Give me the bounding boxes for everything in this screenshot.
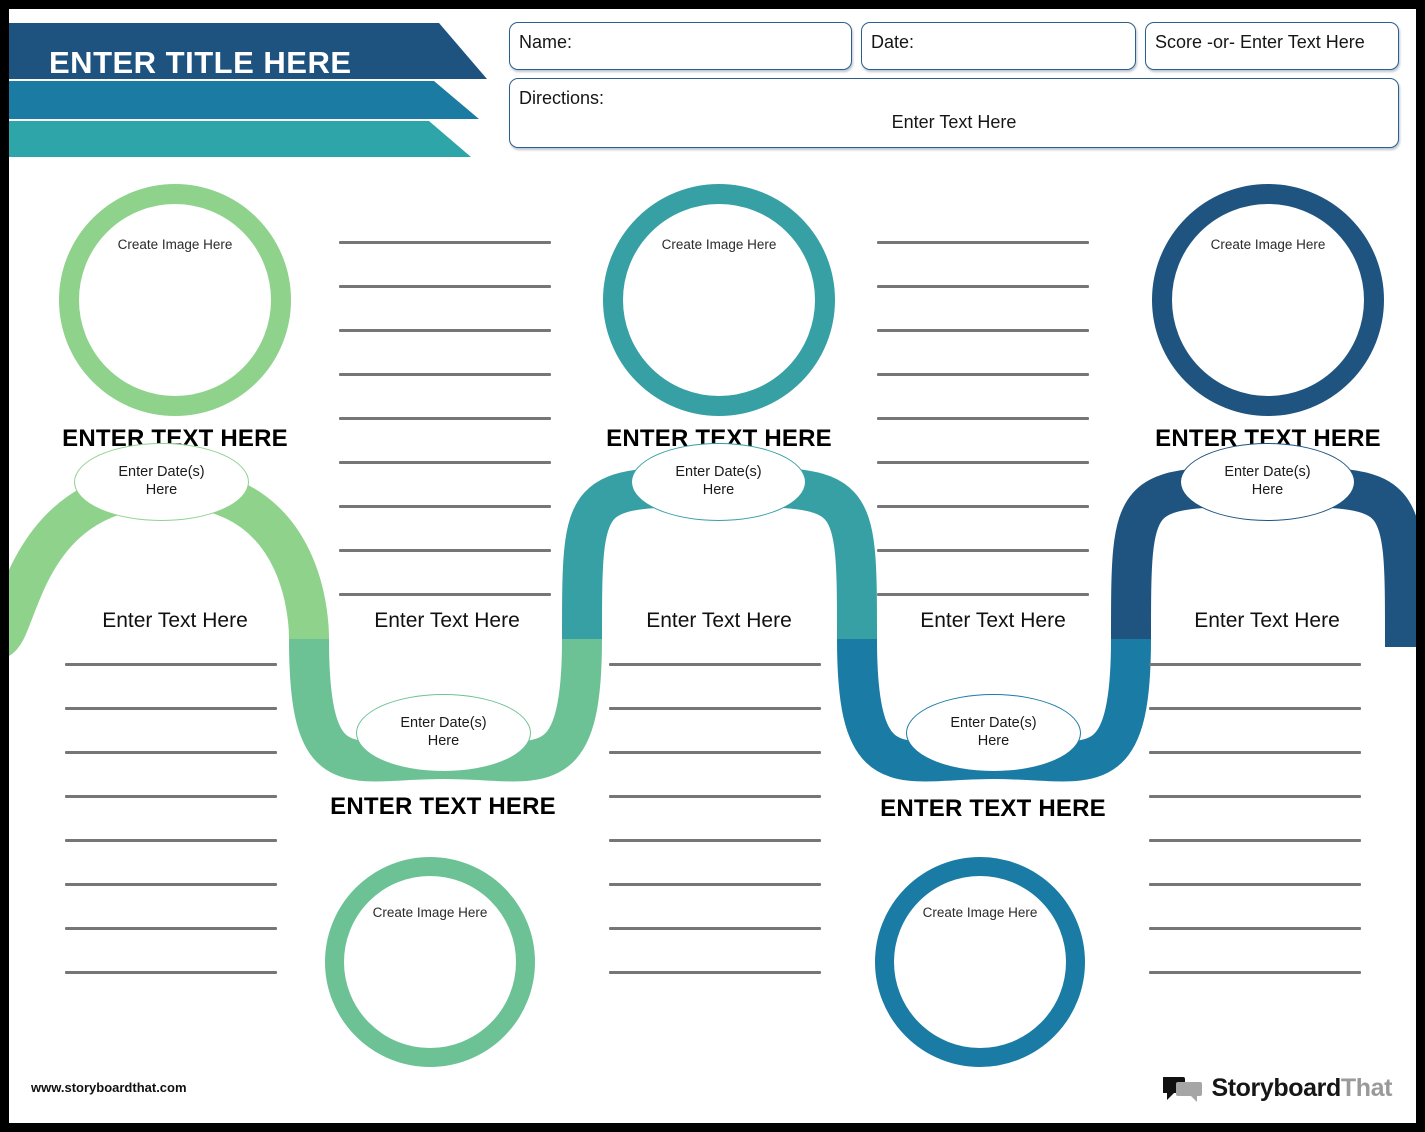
writing-line[interactable] (877, 593, 1089, 596)
image-circle-4[interactable]: Create Image Here (325, 857, 535, 1067)
site-url: www.storyboardthat.com (31, 1080, 187, 1095)
writing-line[interactable] (65, 883, 277, 886)
writing-line[interactable] (877, 285, 1089, 288)
writing-line[interactable] (1149, 883, 1361, 886)
writing-line[interactable] (609, 883, 821, 886)
image-circle-1[interactable]: Create Image Here (59, 184, 291, 416)
step-label-4: Enter Text Here (920, 609, 1066, 632)
event-title-4: ENTER TEXT HERE (330, 793, 556, 820)
date-oval-4[interactable]: Enter Date(s) Here (906, 694, 1081, 772)
image-circle-2[interactable]: Create Image Here (603, 184, 835, 416)
writing-lines-col4-top (877, 241, 1089, 637)
writing-line[interactable] (1149, 663, 1361, 666)
writing-line[interactable] (339, 505, 551, 508)
writing-line[interactable] (609, 663, 821, 666)
name-field-label: Name: (519, 32, 573, 52)
storyboardthat-logo: StoryboardThat (1163, 1074, 1392, 1103)
writing-line[interactable] (65, 707, 277, 710)
writing-line[interactable] (609, 751, 821, 754)
date-oval-3-text: Enter Date(s) Here (675, 464, 762, 498)
writing-line[interactable] (877, 505, 1089, 508)
writing-line[interactable] (877, 373, 1089, 376)
image-circle-3[interactable]: Create Image Here (1152, 184, 1384, 416)
date-field-label: Date: (871, 32, 915, 52)
date-oval-1-text: Enter Date(s) Here (118, 464, 205, 498)
writing-line[interactable] (877, 549, 1089, 552)
logo-light: That (1340, 1074, 1393, 1102)
writing-line[interactable] (339, 549, 551, 552)
timeline-board: Create Image Here ENTER TEXT HERE Create… (9, 169, 1416, 1069)
writing-line[interactable] (1149, 795, 1361, 798)
event-title-5: ENTER TEXT HERE (880, 795, 1106, 822)
writing-line[interactable] (339, 241, 551, 244)
step-label-1: Enter Text Here (102, 609, 248, 632)
title-banner: ENTER TITLE HERE (9, 23, 489, 163)
date-oval-1[interactable]: Enter Date(s) Here (74, 443, 249, 521)
date-oval-4-text: Enter Date(s) Here (950, 715, 1037, 749)
writing-lines-col5-bottom (1149, 663, 1361, 1015)
score-field-label: Score -or- Enter Text Here (1155, 32, 1365, 52)
writing-line[interactable] (1149, 707, 1361, 710)
writing-line[interactable] (877, 461, 1089, 464)
writing-line[interactable] (339, 285, 551, 288)
writing-line[interactable] (65, 839, 277, 842)
writing-lines-col3-bottom (609, 663, 821, 1015)
writing-line[interactable] (877, 241, 1089, 244)
writing-line[interactable] (339, 593, 551, 596)
logo-wordmark: StoryboardThat (1211, 1074, 1392, 1103)
date-oval-2[interactable]: Enter Date(s) Here (356, 694, 531, 772)
writing-line[interactable] (65, 795, 277, 798)
directions-value: Enter Text Here (891, 112, 1017, 132)
writing-line[interactable] (1149, 751, 1361, 754)
writing-line[interactable] (609, 795, 821, 798)
writing-line[interactable] (339, 461, 551, 464)
step-label-2: Enter Text Here (374, 609, 520, 632)
date-oval-5[interactable]: Enter Date(s) Here (1180, 443, 1355, 521)
step-label-3: Enter Text Here (646, 609, 792, 632)
date-oval-2-text: Enter Date(s) Here (400, 715, 487, 749)
name-field[interactable]: Name: (509, 22, 852, 70)
writing-line[interactable] (339, 417, 551, 420)
date-oval-5-text: Enter Date(s) Here (1224, 464, 1311, 498)
directions-label: Directions: (519, 88, 605, 108)
writing-line[interactable] (609, 839, 821, 842)
writing-line[interactable] (609, 707, 821, 710)
worksheet-page: ENTER TITLE HERE Name: Date: Score -or- … (9, 9, 1416, 1123)
image-circle-5-caption: Create Image Here (922, 905, 1038, 921)
writing-line[interactable] (877, 417, 1089, 420)
image-circle-1-caption: Create Image Here (117, 236, 233, 252)
image-circle-2-caption: Create Image Here (661, 236, 777, 252)
step-label-5: Enter Text Here (1194, 609, 1340, 632)
writing-line[interactable] (609, 927, 821, 930)
writing-line[interactable] (877, 329, 1089, 332)
writing-line[interactable] (609, 971, 821, 974)
writing-line[interactable] (65, 971, 277, 974)
writing-line[interactable] (1149, 927, 1361, 930)
writing-lines-col2-top (339, 241, 551, 637)
date-oval-3[interactable]: Enter Date(s) Here (631, 443, 806, 521)
writing-line[interactable] (339, 329, 551, 332)
page-title: ENTER TITLE HERE (49, 45, 352, 80)
writing-line[interactable] (1149, 839, 1361, 842)
writing-line[interactable] (65, 927, 277, 930)
writing-line[interactable] (65, 663, 277, 666)
logo-bold: Storyboard (1211, 1074, 1341, 1102)
writing-lines-col1-bottom (65, 663, 277, 1015)
writing-line[interactable] (65, 751, 277, 754)
directions-field[interactable]: Directions: Enter Text Here (509, 78, 1399, 148)
image-circle-3-caption: Create Image Here (1210, 236, 1326, 252)
score-field[interactable]: Score -or- Enter Text Here (1145, 22, 1399, 70)
image-circle-5[interactable]: Create Image Here (875, 857, 1085, 1067)
writing-line[interactable] (339, 373, 551, 376)
date-field[interactable]: Date: (861, 22, 1136, 70)
speech-bubbles-icon (1163, 1076, 1203, 1102)
writing-line[interactable] (1149, 971, 1361, 974)
image-circle-4-caption: Create Image Here (372, 905, 488, 921)
header-fields: Name: Date: Score -or- Enter Text Here D… (509, 22, 1399, 148)
